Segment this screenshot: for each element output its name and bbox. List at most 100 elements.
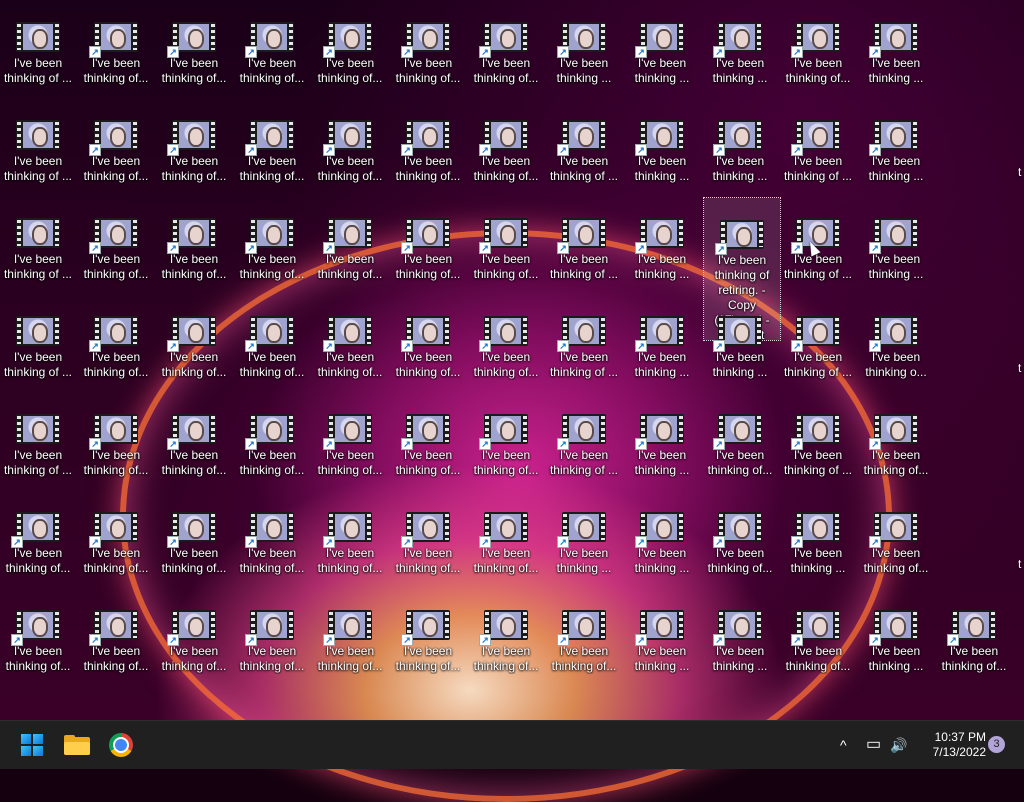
desktop-icon-label: I've been thinking of ... — [3, 56, 73, 85]
video-shortcut-desktop-icon[interactable]: ↗ I've been thinking of... — [156, 588, 232, 678]
video-shortcut-desktop-icon[interactable]: ↗ I've been thinking of ... — [546, 294, 622, 384]
video-shortcut-desktop-icon[interactable]: ↗ I've been thinking of... — [78, 490, 154, 580]
video-shortcut-desktop-icon[interactable]: ↗ I've been thinking of... — [312, 0, 388, 90]
start-button[interactable] — [16, 729, 48, 761]
video-shortcut-desktop-icon[interactable]: ↗ I've been thinking of... — [78, 588, 154, 678]
video-shortcut-desktop-icon[interactable]: ↗ I've been thinking of... — [702, 490, 778, 580]
video-shortcut-desktop-icon[interactable]: ↗ I've been thinking of... — [234, 0, 310, 90]
video-shortcut-desktop-icon[interactable]: ↗ I've been thinking of... — [858, 392, 934, 482]
video-shortcut-desktop-icon[interactable]: ↗ I've been thinking ... — [624, 98, 700, 188]
video-shortcut-desktop-icon[interactable]: ↗ I've been thinking ... — [702, 0, 778, 90]
desktop-icon-label: I've been thinking of... — [239, 644, 305, 673]
video-shortcut-desktop-icon[interactable]: ↗ I've been thinking of... — [312, 294, 388, 384]
video-thumbnail-icon: ↗ — [401, 610, 450, 646]
video-shortcut-desktop-icon[interactable]: ↗ I've been thinking of... — [780, 0, 856, 90]
video-shortcut-desktop-icon[interactable]: ↗ I've been thinking of... — [156, 294, 232, 384]
video-shortcut-desktop-icon[interactable]: ↗ I've been thinking of... — [858, 490, 934, 580]
video-shortcut-desktop-icon[interactable]: ↗ I've been thinking of... — [702, 392, 778, 482]
video-shortcut-desktop-icon[interactable]: ↗ I've been thinking of ... — [780, 294, 856, 384]
video-shortcut-desktop-icon[interactable]: ↗ I've been thinking ... — [624, 588, 700, 678]
video-shortcut-desktop-icon[interactable]: ↗ I've been thinking of... — [468, 490, 544, 580]
video-shortcut-desktop-icon[interactable]: ↗ I've been thinking of... — [390, 588, 466, 678]
video-shortcut-desktop-icon[interactable]: ↗ I've been thinking of... — [390, 294, 466, 384]
video-shortcut-desktop-icon[interactable]: ↗ I've been thinking ... — [702, 294, 778, 384]
video-shortcut-desktop-icon[interactable]: ↗ I've been thinking ... — [624, 0, 700, 90]
video-shortcut-desktop-icon[interactable]: ↗ I've been thinking of... — [390, 98, 466, 188]
video-shortcut-desktop-icon[interactable]: ↗ I've been thinking of... — [78, 294, 154, 384]
video-shortcut-desktop-icon[interactable]: ↗ I've been thinking of... — [468, 0, 544, 90]
video-shortcut-desktop-icon[interactable]: ↗ I've been thinking ... — [624, 294, 700, 384]
video-shortcut-desktop-icon[interactable]: I've been thinking of ... — [0, 98, 76, 188]
video-shortcut-desktop-icon[interactable]: ↗ I've been thinking of... — [234, 392, 310, 482]
desktop-icon-label: I've been thinking ... — [790, 546, 846, 575]
video-shortcut-desktop-icon[interactable]: ↗ I've been thinking of... — [156, 0, 232, 90]
video-shortcut-desktop-icon[interactable]: ↗ I've been thinking of... — [468, 294, 544, 384]
video-shortcut-desktop-icon[interactable]: ↗ I've been thinking of... — [468, 392, 544, 482]
video-shortcut-desktop-icon[interactable]: ↗ I've been thinking of... — [780, 588, 856, 678]
desktop-icon-label: I've been thinking ... — [634, 546, 690, 575]
video-shortcut-desktop-icon[interactable]: ↗ I've been thinking of... — [312, 392, 388, 482]
video-shortcut-desktop-icon[interactable]: ↗ I've been thinking of ... — [546, 196, 622, 286]
video-shortcut-desktop-icon[interactable]: ↗ I've been thinking ... — [624, 196, 700, 286]
notification-count-badge[interactable]: 3 — [988, 736, 1005, 753]
video-shortcut-desktop-icon[interactable]: ↗ I've been thinking ... — [702, 588, 778, 678]
video-shortcut-desktop-icon[interactable]: ↗ I've been thinking of... — [234, 588, 310, 678]
taskbar-clock[interactable]: 10:37 PM 7/13/2022 — [916, 730, 986, 760]
video-shortcut-desktop-icon[interactable]: ↗ I've been thinking of... — [390, 0, 466, 90]
chrome-button[interactable] — [105, 729, 137, 761]
video-shortcut-desktop-icon[interactable]: ↗ I've been thinking of... — [312, 196, 388, 286]
video-shortcut-desktop-icon[interactable]: ↗ I've been thinking ... — [858, 98, 934, 188]
video-shortcut-desktop-icon[interactable]: ↗ I've been thinking of... — [234, 98, 310, 188]
video-shortcut-desktop-icon[interactable]: ↗ I've been thinking of... — [78, 392, 154, 482]
video-shortcut-desktop-icon[interactable]: ↗ I've been thinking of... — [390, 196, 466, 286]
video-shortcut-desktop-icon[interactable]: ↗ I've been thinking of... — [156, 196, 232, 286]
video-shortcut-desktop-icon[interactable]: ↗ I've been thinking of... — [0, 588, 76, 678]
video-shortcut-desktop-icon[interactable]: ↗ I've been thinking of... — [468, 196, 544, 286]
video-shortcut-desktop-icon[interactable]: ↗ I've been thinking of... — [0, 490, 76, 580]
video-shortcut-desktop-icon[interactable]: ↗ I've been thinking of... — [156, 490, 232, 580]
video-shortcut-desktop-icon[interactable]: ↗ I've been thinking o... — [858, 294, 934, 384]
video-shortcut-desktop-icon[interactable]: ↗ I've been thinking of... — [312, 490, 388, 580]
network-icon[interactable]: ▭ — [866, 735, 881, 755]
video-shortcut-desktop-icon[interactable]: ↗ I've been thinking ... — [624, 392, 700, 482]
video-shortcut-desktop-icon[interactable]: ↗ I've been thinking ... — [858, 0, 934, 90]
show-hidden-icons-chevron-icon[interactable]: ^ — [840, 735, 847, 755]
video-shortcut-desktop-icon[interactable]: ↗ I've been thinking of... — [156, 392, 232, 482]
video-shortcut-desktop-icon[interactable]: ↗ I've been thinking of... — [390, 392, 466, 482]
video-shortcut-desktop-icon[interactable]: ↗ I've been thinking ... — [780, 490, 856, 580]
shortcut-arrow-icon: ↗ — [635, 438, 647, 450]
video-shortcut-desktop-icon[interactable]: ↗ I've been thinking of... — [156, 98, 232, 188]
video-shortcut-desktop-icon[interactable]: ↗ I've been thinking ... — [624, 490, 700, 580]
video-shortcut-desktop-icon[interactable]: ↗ I've been thinking of ... — [546, 98, 622, 188]
video-shortcut-desktop-icon[interactable]: ↗ I've been thinking of... — [78, 0, 154, 90]
video-shortcut-desktop-icon[interactable]: ↗ I've been thinking of... — [78, 98, 154, 188]
volume-icon[interactable]: 🔊 — [890, 735, 907, 755]
video-shortcut-desktop-icon[interactable]: ↗ I've been thinking of... — [468, 588, 544, 678]
video-shortcut-desktop-icon[interactable]: ↗ I've been thinking of ... — [780, 196, 856, 286]
video-shortcut-desktop-icon[interactable]: ↗ I've been thinking of ... — [546, 392, 622, 482]
video-shortcut-desktop-icon[interactable]: ↗ I've been thinking of... — [234, 294, 310, 384]
video-shortcut-desktop-icon[interactable]: ↗ I've been thinking of ... — [780, 392, 856, 482]
video-shortcut-desktop-icon[interactable]: ↗ I've been thinking of... — [936, 588, 1012, 678]
video-shortcut-desktop-icon[interactable]: I've been thinking of ... — [0, 0, 76, 90]
video-shortcut-desktop-icon[interactable]: ↗ I've been thinking of ... — [780, 98, 856, 188]
video-shortcut-desktop-icon[interactable]: ↗ I've been thinking of... — [234, 196, 310, 286]
video-shortcut-desktop-icon[interactable]: ↗ I've been thinking ... — [702, 98, 778, 188]
shortcut-arrow-icon: ↗ — [557, 144, 569, 156]
video-shortcut-desktop-icon[interactable]: ↗ I've been thinking ... — [858, 588, 934, 678]
file-explorer-button[interactable] — [61, 729, 93, 761]
video-shortcut-desktop-icon[interactable]: I've been thinking of ... — [0, 196, 76, 286]
video-shortcut-desktop-icon[interactable]: I've been thinking of ... — [0, 392, 76, 482]
video-shortcut-desktop-icon[interactable]: ↗ I've been thinking ... — [546, 0, 622, 90]
video-shortcut-desktop-icon[interactable]: ↗ I've been thinking of... — [546, 588, 622, 678]
video-shortcut-desktop-icon[interactable]: ↗ I've been thinking of... — [390, 490, 466, 580]
video-shortcut-desktop-icon[interactable]: ↗ I've been thinking of... — [234, 490, 310, 580]
video-shortcut-desktop-icon[interactable]: ↗ I've been thinking ... — [546, 490, 622, 580]
video-shortcut-desktop-icon[interactable]: ↗ I've been thinking ... — [858, 196, 934, 286]
video-thumbnail-icon: ↗ — [479, 22, 528, 58]
video-shortcut-desktop-icon[interactable]: ↗ I've been thinking of... — [468, 98, 544, 188]
video-shortcut-desktop-icon[interactable]: I've been thinking of ... — [0, 294, 76, 384]
video-shortcut-desktop-icon[interactable]: ↗ I've been thinking of... — [78, 196, 154, 286]
video-shortcut-desktop-icon[interactable]: ↗ I've been thinking of... — [312, 588, 388, 678]
video-shortcut-desktop-icon[interactable]: ↗ I've been thinking of... — [312, 98, 388, 188]
